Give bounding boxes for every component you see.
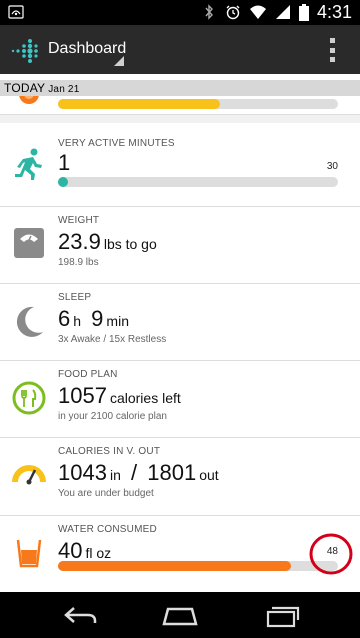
sleep-minutes: 9 xyxy=(91,306,104,331)
active-minutes-progress-track xyxy=(58,177,338,187)
water-glass-icon xyxy=(16,539,42,568)
active-minutes-goal: 30 xyxy=(326,161,338,172)
weight-label: WEIGHT xyxy=(58,215,100,226)
water-card[interactable]: WATER CONSUMED 40 fl oz 48 xyxy=(0,516,360,592)
dropdown-caret-icon[interactable] xyxy=(114,56,124,66)
sleep-label: SLEEP xyxy=(58,292,92,303)
today-date: Jan 21 xyxy=(48,84,80,95)
alarm-icon xyxy=(226,5,240,20)
food-plan-unit: calories left xyxy=(109,390,181,406)
notification-icon xyxy=(8,5,24,19)
sleep-hours-unit: h xyxy=(73,313,82,329)
calories-value: 1043 in / 1801 out xyxy=(58,460,219,486)
active-minutes-card[interactable]: VERY ACTIVE MINUTES 1 30 xyxy=(0,123,360,207)
weight-value: 23.9 lbs to go xyxy=(58,229,157,254)
sleep-hours: 6 xyxy=(58,306,71,331)
moon-icon xyxy=(16,306,43,337)
calories-out-unit: out xyxy=(199,467,219,483)
active-minutes-label: VERY ACTIVE MINUTES xyxy=(58,138,175,149)
bluetooth-icon xyxy=(205,4,213,20)
water-unit: fl oz xyxy=(85,545,112,561)
running-person-icon xyxy=(15,148,42,180)
calories-sub: You are under budget xyxy=(58,488,154,499)
back-icon[interactable] xyxy=(62,604,98,626)
water-label: WATER CONSUMED xyxy=(58,524,157,535)
home-icon[interactable] xyxy=(160,604,200,626)
food-plan-value: 1057 calories left xyxy=(58,383,181,408)
partial-progress-track xyxy=(58,99,338,109)
weight-sub: 198.9 lbs xyxy=(58,257,99,268)
recent-apps-icon[interactable] xyxy=(264,604,300,628)
water-progress-track xyxy=(58,561,338,571)
calories-in-value: 1043 xyxy=(58,460,107,485)
partial-progress-fill xyxy=(58,99,220,109)
highlight-circle xyxy=(309,533,353,575)
today-header: TODAY Jan 21 xyxy=(0,80,360,96)
signal-icon xyxy=(275,5,290,19)
scale-icon xyxy=(14,228,44,258)
wifi-icon xyxy=(249,5,266,19)
sleep-sub: 3x Awake / 15x Restless xyxy=(58,334,167,345)
dashboard-content[interactable]: TODAY Jan 21 VERY ACTIVE MINUTES 1 30 WEI… xyxy=(0,74,360,592)
food-plan-label: FOOD PLAN xyxy=(58,369,118,380)
sleep-minutes-unit: min xyxy=(106,313,129,329)
nav-bar xyxy=(0,592,360,638)
water-progress-fill xyxy=(58,561,291,571)
weight-unit: lbs to go xyxy=(103,236,157,252)
active-minutes-progress-fill xyxy=(58,177,68,187)
fitbit-logo-icon[interactable] xyxy=(10,36,38,64)
overflow-menu-icon[interactable] xyxy=(330,38,336,62)
weight-card[interactable]: WEIGHT 23.9 lbs to go 198.9 lbs xyxy=(0,207,360,284)
today-label: TODAY Jan 21 xyxy=(4,81,80,95)
app-bar: Dashboard xyxy=(0,25,360,74)
sleep-card[interactable]: SLEEP 6h 9 min 3x Awake / 15x Restless xyxy=(0,284,360,361)
gauge-icon xyxy=(12,465,46,485)
battery-icon xyxy=(298,3,309,21)
status-time: 4:31 xyxy=(316,2,352,22)
fork-knife-icon xyxy=(12,381,46,415)
calories-out-value: 1801 xyxy=(147,460,197,485)
food-plan-sub: in your 2100 calorie plan xyxy=(58,411,167,422)
calories-in-unit: in xyxy=(109,467,121,483)
calories-card[interactable]: CALORIES IN V. OUT 1043 in / 1801 out You … xyxy=(0,438,360,516)
active-minutes-value: 1 xyxy=(58,150,71,175)
calories-label: CALORIES IN V. OUT xyxy=(58,446,161,457)
calories-separator: / xyxy=(130,460,138,485)
status-bar: 4:31 xyxy=(0,0,360,25)
food-plan-card[interactable]: FOOD PLAN 1057 calories left in your 2100… xyxy=(0,361,360,438)
sleep-value: 6h 9 min xyxy=(58,306,129,332)
